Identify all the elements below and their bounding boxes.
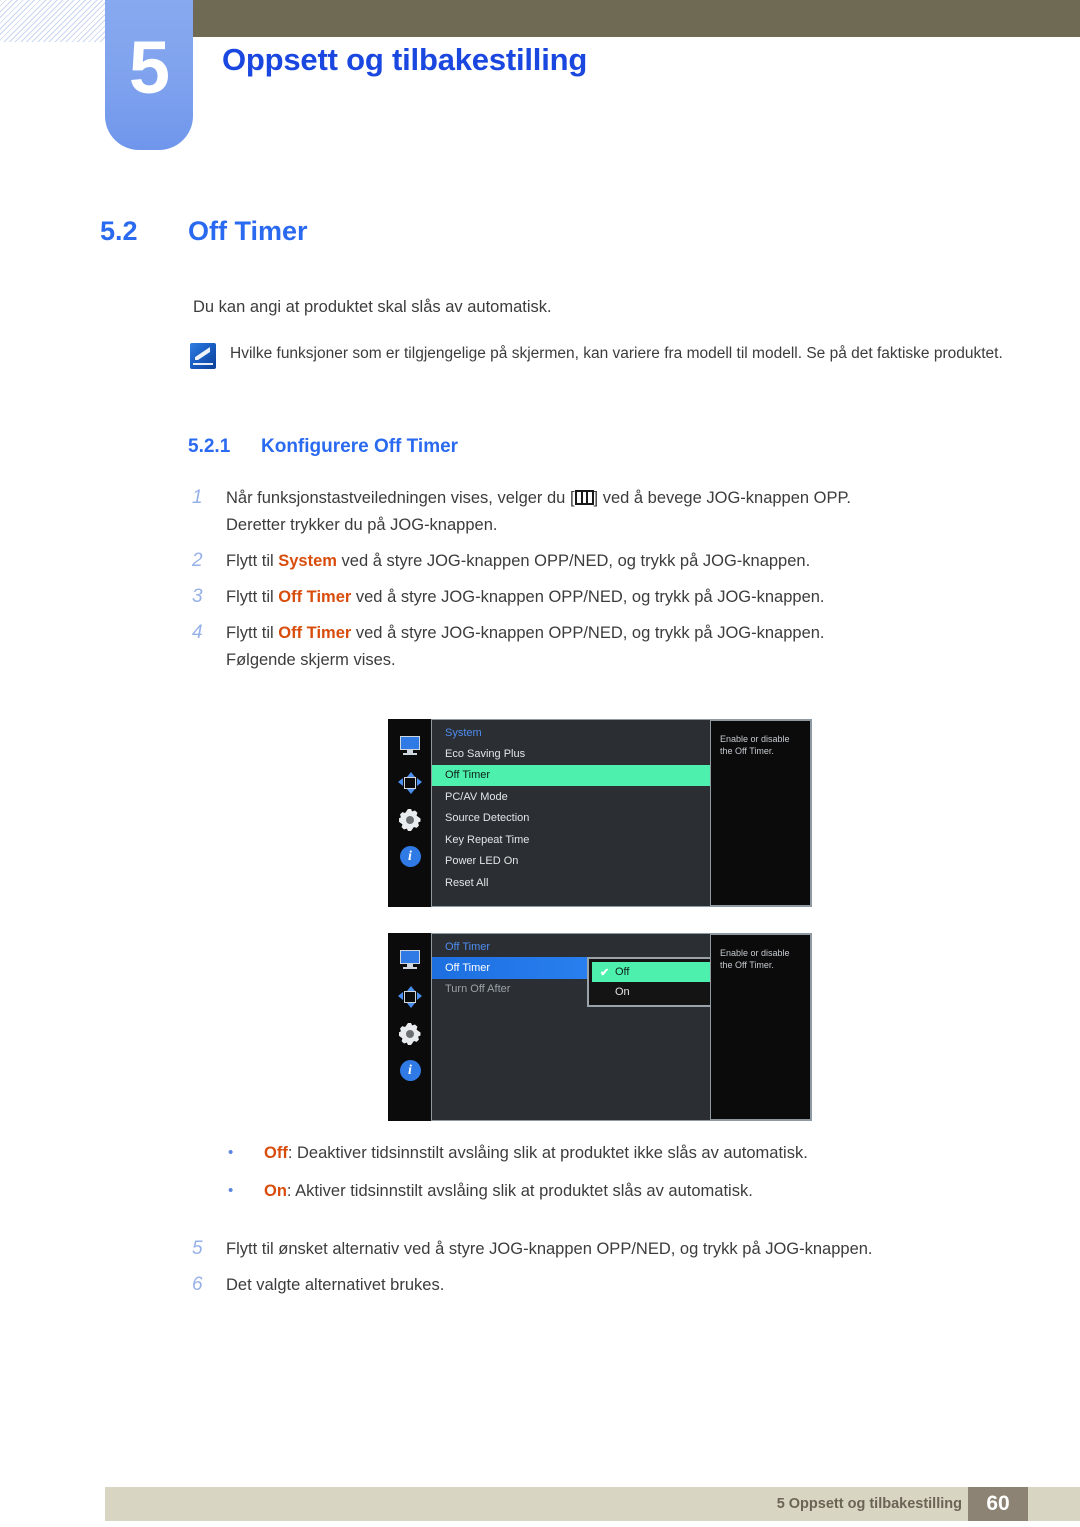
osd-screenshot-off-timer: i Off Timer Off Timer Turn Off After ✔ O…: [388, 933, 812, 1121]
osd-row-label: PC/AV Mode: [445, 790, 508, 803]
steps-list-1: 1 Når funksjonstastveiledningen vises, v…: [190, 485, 1030, 683]
subsection-title: Konfigurere Off Timer: [261, 436, 459, 457]
osd-help-text: Enable or disable the Off Timer.: [710, 934, 811, 1120]
option-description-list: • Off: Deaktiver tidsinnstilt avslåing s…: [226, 1140, 1026, 1216]
bullet-dot-icon: •: [228, 1182, 234, 1199]
osd-row-label: Reset All: [445, 876, 489, 889]
osd-option-label: Off: [615, 966, 630, 978]
bullet-text: Off: Deaktiver tidsinnstilt avslåing sli…: [264, 1140, 808, 1166]
note-text: Hvilke funksjoner som er tilgjengelige p…: [230, 345, 1003, 362]
chapter-title: Oppsett og tilbakestilling: [222, 42, 588, 77]
step-highlight-term: Off Timer: [278, 624, 352, 642]
chapter-number: 5: [128, 26, 170, 109]
monitor-icon: [398, 949, 422, 971]
osd-option-label: On: [615, 986, 630, 998]
move-arrows-icon: [397, 772, 422, 794]
move-arrows-icon: [397, 986, 422, 1008]
bullet-dot-icon: •: [228, 1144, 234, 1161]
step-text-continued: Følgende skjerm vises.: [226, 651, 396, 669]
section-heading: 5.2 Off Timer: [100, 216, 308, 247]
step-number: 1: [192, 487, 203, 508]
osd-menu-panel: Off Timer Off Timer Turn Off After ✔ Off…: [431, 933, 812, 1121]
osd-row-label: Turn Off After: [445, 983, 511, 996]
step-text-post: ] ved å bevege JOG-knappen OPP.: [593, 489, 851, 507]
step-text: Når funksjonstastveiledningen vises, vel…: [226, 485, 851, 539]
osd-row-label: Off Timer: [445, 961, 491, 974]
osd-help-text: Enable or disable the Off Timer.: [710, 720, 811, 906]
step-text-pre: Når funksjonstastveiledningen vises, vel…: [226, 489, 575, 507]
step-text-pre: Flytt til: [226, 588, 279, 606]
osd-row-label: Off Timer: [445, 769, 491, 782]
step-text: Flytt til System ved å styre JOG-knappen…: [226, 548, 810, 575]
header-hatch-decoration: [0, 0, 105, 42]
osd-row-label: Source Detection: [445, 812, 530, 825]
step-item: 1 Når funksjonstastveiledningen vises, v…: [190, 485, 1030, 539]
section-number: 5.2: [100, 216, 138, 246]
step-highlight-term: System: [278, 552, 337, 570]
osd-row-label: Eco Saving Plus: [445, 747, 526, 760]
step-item: 5 Flytt til ønsket alternativ ved å styr…: [190, 1236, 1030, 1263]
osd-screenshot-system: i System Eco Saving Plus Off Off Timer P…: [388, 719, 812, 907]
osd-row-label: Key Repeat Time: [445, 833, 530, 846]
step-text: Flytt til Off Timer ved å styre JOG-knap…: [226, 584, 825, 611]
info-icon: i: [398, 1060, 422, 1082]
step-text: Flytt til Off Timer ved å styre JOG-knap…: [226, 620, 825, 674]
step-text-post: ved å styre JOG-knappen OPP/NED, og tryk…: [336, 552, 811, 570]
step-item: 4 Flytt til Off Timer ved å styre JOG-kn…: [190, 620, 1030, 674]
note-pen-icon: [190, 343, 216, 369]
note-box: Hvilke funksjoner som er tilgjengelige p…: [190, 341, 1030, 369]
bullet-highlight-term: Off: [264, 1144, 288, 1162]
page-number: 60: [968, 1487, 1028, 1521]
section-title: Off Timer: [188, 216, 308, 246]
gear-icon: [398, 809, 422, 831]
osd-icon-rail: i: [388, 933, 431, 1121]
step-number: 2: [192, 550, 203, 571]
step-text: Det valgte alternativet brukes.: [226, 1276, 445, 1294]
section-intro-text: Du kan angi at produktet skal slås av au…: [193, 298, 552, 316]
bullet-description: : Aktiver tidsinnstilt avslåing slik at …: [286, 1182, 753, 1200]
step-number: 5: [192, 1238, 203, 1259]
bullet-highlight-term: On: [264, 1182, 287, 1200]
steps-list-2: 5 Flytt til ønsket alternativ ved å styr…: [190, 1236, 1030, 1308]
list-item: • On: Aktiver tidsinnstilt avslåing slik…: [226, 1178, 1026, 1204]
bullet-text: On: Aktiver tidsinnstilt avslåing slik a…: [264, 1178, 753, 1204]
step-item: 6 Det valgte alternativet brukes.: [190, 1272, 1030, 1299]
step-text-pre: Flytt til: [226, 552, 279, 570]
step-text-post: ved å styre JOG-knappen OPP/NED, og tryk…: [351, 624, 825, 642]
step-text: Flytt til ønsket alternativ ved å styre …: [226, 1240, 873, 1258]
bullet-description: : Deaktiver tidsinnstilt avslåing slik a…: [287, 1144, 808, 1162]
osd-row-label: Power LED On: [445, 855, 519, 868]
footer-chapter-label: 5 Oppsett og tilbakestilling: [776, 1496, 962, 1512]
osd-menu-panel: System Eco Saving Plus Off Off Timer PC/…: [431, 719, 812, 907]
menu-key-glyph: [574, 490, 594, 505]
monitor-icon: [398, 735, 422, 757]
step-number: 3: [192, 586, 203, 607]
step-item: 3 Flytt til Off Timer ved å styre JOG-kn…: [190, 584, 1030, 611]
subsection-number: 5.2.1: [188, 436, 231, 457]
step-text-continued: Deretter trykker du på JOG-knappen.: [226, 516, 498, 534]
gear-icon: [398, 1023, 422, 1045]
subsection-heading: 5.2.1 Konfigurere Off Timer: [188, 436, 458, 458]
osd-icon-rail: i: [388, 719, 431, 907]
step-highlight-term: Off Timer: [278, 588, 352, 606]
step-number: 6: [192, 1274, 203, 1295]
check-icon: ✔: [600, 966, 610, 979]
step-text-post: ved å styre JOG-knappen OPP/NED, og tryk…: [351, 588, 825, 606]
list-item: • Off: Deaktiver tidsinnstilt avslåing s…: [226, 1140, 1026, 1166]
step-number: 4: [192, 622, 203, 643]
step-item: 2 Flytt til System ved å styre JOG-knapp…: [190, 548, 1030, 575]
step-text-pre: Flytt til: [226, 624, 279, 642]
header-olive-bar: [193, 0, 1080, 37]
info-icon: i: [398, 846, 422, 868]
